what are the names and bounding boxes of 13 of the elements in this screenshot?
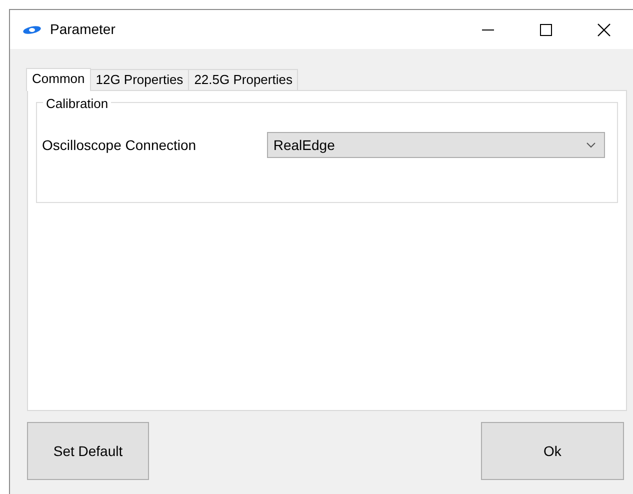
maximize-icon [540, 24, 552, 36]
chevron-down-icon [586, 142, 596, 148]
tab[interactable]: 22.5G Properties [188, 69, 298, 90]
window-title: Parameter [50, 20, 116, 39]
oscilloscope-dropdown[interactable]: RealEdge [267, 132, 605, 158]
dialog-button[interactable]: Ok [481, 422, 624, 480]
field-label: Oscilloscope Connection [42, 136, 198, 155]
app-logo-icon [22, 24, 42, 34]
tab[interactable]: 12G Properties [90, 69, 190, 90]
tab[interactable]: Common [26, 68, 91, 91]
minimize-icon [482, 28, 494, 30]
dialog-button[interactable]: Set Default [27, 422, 149, 480]
close-icon [597, 22, 611, 36]
